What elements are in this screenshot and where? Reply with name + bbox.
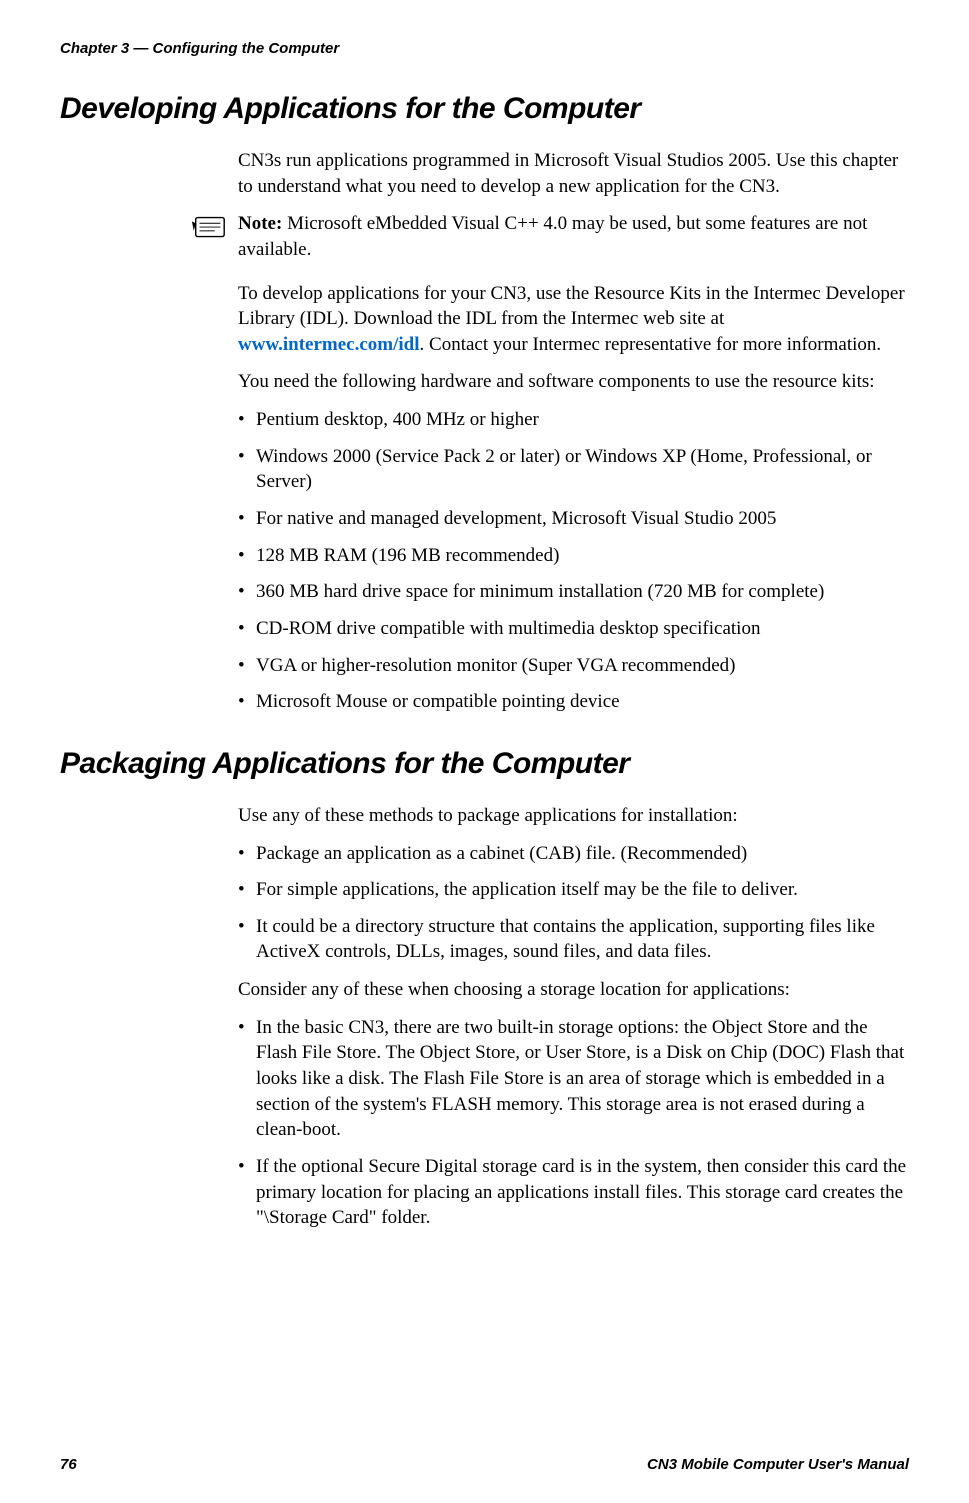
bullet-icon: •	[238, 579, 256, 605]
bullet-text: CD-ROM drive compatible with multimedia …	[256, 616, 909, 642]
bullet-icon: •	[238, 616, 256, 642]
list-item: •Windows 2000 (Service Pack 2 or later) …	[238, 444, 909, 495]
list-item: •VGA or higher-resolution monitor (Super…	[238, 653, 909, 679]
bullet-text: Pentium desktop, 400 MHz or higher	[256, 407, 909, 433]
list-item: •Package an application as a cabinet (CA…	[238, 841, 909, 867]
footer: 76 CN3 Mobile Computer User's Manual	[60, 1456, 909, 1473]
section1-intro: CN3s run applications programmed in Micr…	[238, 148, 909, 199]
chapter-header: Chapter 3 — Configuring the Computer	[60, 40, 909, 57]
bullet-icon: •	[238, 1015, 256, 1143]
list-item: •If the optional Secure Digital storage …	[238, 1154, 909, 1231]
section1-heading: Developing Applications for the Computer	[60, 92, 909, 126]
bullet-icon: •	[238, 914, 256, 965]
bullet-text: For native and managed development, Micr…	[256, 506, 909, 532]
bullet-text: For simple applications, the application…	[256, 877, 909, 903]
bullet-icon: •	[238, 444, 256, 495]
bullet-icon: •	[238, 506, 256, 532]
bullet-text: If the optional Secure Digital storage c…	[256, 1154, 909, 1231]
list-item: •For simple applications, the applicatio…	[238, 877, 909, 903]
bullet-text: VGA or higher-resolution monitor (Super …	[256, 653, 909, 679]
list-item: •CD-ROM drive compatible with multimedia…	[238, 616, 909, 642]
bullet-text: 128 MB RAM (196 MB recommended)	[256, 543, 909, 569]
section2-intro: Use any of these methods to package appl…	[238, 803, 909, 829]
section2-bullets1: •Package an application as a cabinet (CA…	[238, 841, 909, 966]
bullet-text: 360 MB hard drive space for minimum inst…	[256, 579, 909, 605]
section2-heading: Packaging Applications for the Computer	[60, 747, 909, 781]
section1-bullets: •Pentium desktop, 400 MHz or higher •Win…	[238, 407, 909, 715]
list-item: •Microsoft Mouse or compatible pointing …	[238, 689, 909, 715]
bullet-icon: •	[238, 877, 256, 903]
bullet-text: It could be a directory structure that c…	[256, 914, 909, 965]
bullet-icon: •	[238, 407, 256, 433]
list-item: •In the basic CN3, there are two built-i…	[238, 1015, 909, 1143]
note-body: Microsoft eMbedded Visual C++ 4.0 may be…	[238, 213, 867, 260]
bullet-text: Package an application as a cabinet (CAB…	[256, 841, 909, 867]
note-label: Note:	[238, 213, 282, 234]
list-item: •It could be a directory structure that …	[238, 914, 909, 965]
note-icon	[190, 213, 228, 248]
bullet-icon: •	[238, 689, 256, 715]
page-number: 76	[60, 1456, 77, 1473]
footer-title: CN3 Mobile Computer User's Manual	[647, 1456, 909, 1473]
section1-para1-b: . Contact your Intermec representative f…	[420, 334, 882, 355]
list-item: •360 MB hard drive space for minimum ins…	[238, 579, 909, 605]
note-block: Note: Microsoft eMbedded Visual C++ 4.0 …	[190, 211, 909, 262]
bullet-text: Windows 2000 (Service Pack 2 or later) o…	[256, 444, 909, 495]
section1-para1-a: To develop applications for your CN3, us…	[238, 283, 905, 330]
list-item: •For native and managed development, Mic…	[238, 506, 909, 532]
section2-para2: Consider any of these when choosing a st…	[238, 977, 909, 1003]
bullet-icon: •	[238, 1154, 256, 1231]
section2-bullets2: •In the basic CN3, there are two built-i…	[238, 1015, 909, 1231]
note-text: Note: Microsoft eMbedded Visual C++ 4.0 …	[238, 211, 909, 262]
bullet-text: In the basic CN3, there are two built-in…	[256, 1015, 909, 1143]
idl-link[interactable]: www.intermec.com/idl	[238, 334, 420, 355]
list-item: •Pentium desktop, 400 MHz or higher	[238, 407, 909, 433]
bullet-icon: •	[238, 653, 256, 679]
list-item: •128 MB RAM (196 MB recommended)	[238, 543, 909, 569]
bullet-icon: •	[238, 543, 256, 569]
bullet-text: Microsoft Mouse or compatible pointing d…	[256, 689, 909, 715]
section1-para2: You need the following hardware and soft…	[238, 369, 909, 395]
section1-para1: To develop applications for your CN3, us…	[238, 281, 909, 358]
bullet-icon: •	[238, 841, 256, 867]
